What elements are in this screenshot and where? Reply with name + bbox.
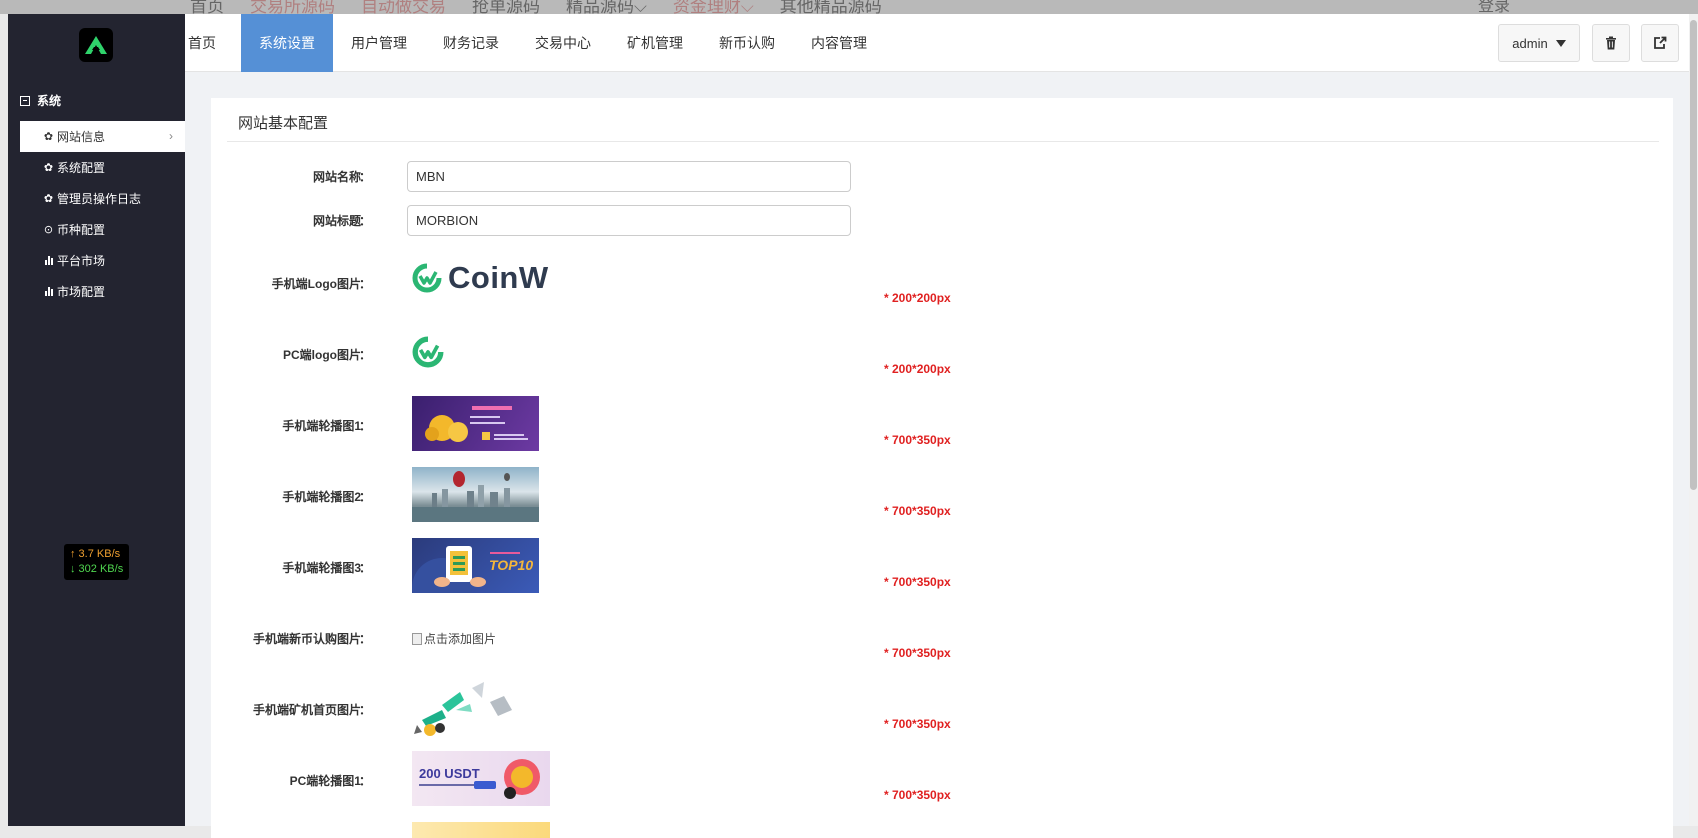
city-balloon-graphic <box>412 471 539 522</box>
site-config-panel: 网站基本配置 网站名称 网站标题 手机端Logo图片 CoinW * 200*2… <box>211 98 1673 838</box>
mobile-miner-home-image[interactable] <box>412 680 517 737</box>
bar-chart-icon <box>42 287 55 296</box>
admin-user-dropdown[interactable]: admin <box>1498 24 1580 62</box>
image-alt-text: 点击添加图片 <box>424 632 497 646</box>
sidebar-item-platform-market[interactable]: 平台市场 <box>20 245 185 276</box>
size-hint: * 700*350px <box>884 433 951 447</box>
tab-user-management[interactable]: 用户管理 <box>333 14 425 72</box>
sidebar-item-label: 系统配置 <box>57 161 106 175</box>
sidebar-item-label: 网站信息 <box>57 130 106 144</box>
sidebar-item-admin-log[interactable]: ✿ 管理员操作日志 <box>20 183 185 214</box>
collapse-icon <box>20 95 30 106</box>
mobile-new-coin-image[interactable]: 点击添加图片 <box>412 630 496 647</box>
size-hint: * 700*350px <box>884 788 951 802</box>
background-nav-item: 自动做交易 <box>361 0 446 14</box>
broken-image-icon <box>412 632 422 645</box>
bar-chart-icon <box>42 256 55 265</box>
sidebar-item-market-config[interactable]: 市场配置 <box>20 276 185 307</box>
sidebar: 系统 ✿ 网站信息 › ✿ 系统配置 ✿ 管理员操作日志 ⊙ 币种配置 平台市场… <box>8 14 185 826</box>
sidebar-item-label: 市场配置 <box>57 285 106 299</box>
caret-down-icon <box>1555 39 1566 47</box>
gear-icon: ✿ <box>43 162 54 174</box>
circle-dot-icon: ⊙ <box>43 224 54 236</box>
background-nav-item: 首页 <box>190 0 224 14</box>
sidebar-item-site-info[interactable]: ✿ 网站信息 › <box>20 121 185 152</box>
coinw-logo-text: CoinW <box>448 260 549 295</box>
background-nav-item: 其他精品源码 <box>779 0 882 14</box>
sidebar-section-label: 系统 <box>37 94 62 108</box>
size-hint: * 200*200px <box>884 362 951 376</box>
bonus-coin-graphic <box>419 759 540 799</box>
pc-banner-2-image[interactable] <box>412 822 550 838</box>
gear-icon: ✿ <box>43 131 54 143</box>
scrollbar-thumb[interactable] <box>1690 20 1697 490</box>
mobile-logo-image[interactable]: CoinW <box>412 258 557 298</box>
admin-frame: 系统 ✿ 网站信息 › ✿ 系统配置 ✿ 管理员操作日志 ⊙ 币种配置 平台市场… <box>8 14 1698 838</box>
download-speed: ↓ 302 KB/s <box>70 563 124 575</box>
miner-graphic <box>414 682 512 736</box>
network-speed-widget: ↑ 3.7 KB/s ↓ 302 KB/s <box>64 544 130 580</box>
logout-button[interactable] <box>1641 24 1679 62</box>
size-hint: * 700*350px <box>884 646 951 660</box>
sidebar-item-label: 管理员操作日志 <box>57 192 142 206</box>
site-name-input[interactable] <box>407 161 851 192</box>
pc-logo-image[interactable] <box>412 336 444 368</box>
sidebar-menu: ✿ 网站信息 › ✿ 系统配置 ✿ 管理员操作日志 ⊙ 币种配置 平台市场 市场… <box>20 121 185 307</box>
upload-speed: ↑ 3.7 KB/s <box>70 548 121 560</box>
tab-system-settings[interactable]: 系统设置 <box>241 14 333 72</box>
background-nav-item: 抢单源码 <box>472 0 540 14</box>
tab-content-management[interactable]: 内容管理 <box>793 14 885 72</box>
sidebar-item-label: 平台市场 <box>57 254 106 268</box>
coinw-logo-icon <box>412 336 444 368</box>
background-nav-item: 交易所源码 <box>250 0 335 14</box>
logout-icon <box>1654 36 1667 49</box>
coinw-logo-icon <box>412 263 442 293</box>
tab-home[interactable]: 首页 <box>185 14 219 72</box>
size-hint: * 200*200px <box>884 291 951 305</box>
tab-new-coin-subscription[interactable]: 新币认购 <box>701 14 793 72</box>
mobile-banner-1-image[interactable] <box>412 396 539 451</box>
trash-icon <box>1606 36 1616 50</box>
pc-banner-1-image[interactable]: 200 USDT <box>412 751 550 806</box>
chevron-right-icon: › <box>169 129 173 143</box>
background-login-link: 登录 <box>1478 0 1511 14</box>
clear-cache-button[interactable] <box>1592 24 1630 62</box>
gear-icon: ✿ <box>43 193 54 205</box>
sidebar-item-label: 币种配置 <box>57 223 106 237</box>
background-nav: 首页 交易所源码 自动做交易 抢单源码 精品源码⌵ 资金理财⌵ 其他精品源码 <box>190 0 882 14</box>
coin-bags-graphic <box>425 406 528 442</box>
size-hint: * 700*350px <box>884 575 951 589</box>
sidebar-section-system[interactable]: 系统 <box>20 92 61 109</box>
tab-miner-management[interactable]: 矿机管理 <box>609 14 701 72</box>
logo-icon <box>85 36 107 54</box>
admin-username: admin <box>1512 35 1548 51</box>
top-nav: 首页 系统设置 用户管理 财务记录 交易中心 矿机管理 新币认购 内容管理 ad… <box>185 14 1698 72</box>
background-website-header: 首页 交易所源码 自动做交易 抢单源码 精品源码⌵ 资金理财⌵ 其他精品源码 登… <box>0 0 1698 14</box>
site-title-input[interactable] <box>407 205 851 236</box>
sidebar-item-system-config[interactable]: ✿ 系统配置 <box>20 152 185 183</box>
size-hint: * 700*350px <box>884 504 951 518</box>
mobile-banner-3-image[interactable]: TOP10 <box>412 538 539 593</box>
size-hint: * 700*350px <box>884 717 951 731</box>
page-scrollbar[interactable] <box>1689 14 1698 826</box>
panel-divider <box>227 141 1659 142</box>
panel-title: 网站基本配置 <box>238 115 329 132</box>
background-nav-item: 精品源码⌵ <box>566 0 647 14</box>
sidebar-item-coin-config[interactable]: ⊙ 币种配置 <box>20 214 185 245</box>
tab-finance-records[interactable]: 财务记录 <box>425 14 517 72</box>
background-nav-item: 资金理财⌵ <box>672 0 754 14</box>
banner-text: TOP10 <box>489 557 534 573</box>
tab-trade-center[interactable]: 交易中心 <box>517 14 609 72</box>
app-logo[interactable] <box>79 28 113 62</box>
mobile-banner-2-image[interactable] <box>412 467 539 522</box>
